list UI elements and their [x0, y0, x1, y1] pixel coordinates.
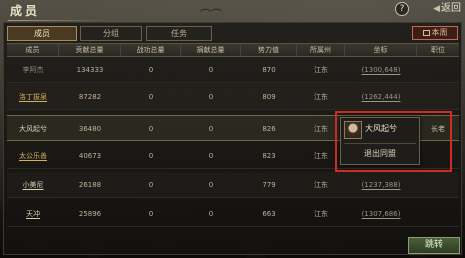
donation-value: 0	[208, 152, 214, 160]
donation-value: 0	[208, 93, 214, 101]
donation-value: 0	[208, 181, 214, 189]
contribution-value: 25896	[78, 210, 102, 218]
back-button[interactable]: ◀返回	[415, 2, 461, 16]
power-value: 663	[262, 210, 276, 218]
member-name[interactable]: 太公乐善	[7, 143, 59, 169]
week-filter-label: 本周	[431, 28, 448, 37]
tab-branches[interactable]: 分组	[80, 26, 142, 41]
contribution-value: 40673	[78, 152, 102, 160]
divider	[344, 143, 416, 144]
position-value	[417, 84, 459, 110]
power-value: 779	[262, 181, 276, 189]
power-value: 809	[262, 93, 276, 101]
coordinate-link[interactable]: (1300,648)	[345, 57, 417, 83]
merit-value: 0	[148, 181, 154, 189]
power-value: 826	[262, 125, 276, 133]
avatar	[344, 121, 362, 139]
coordinate-link[interactable]: (1237,388)	[345, 172, 417, 198]
state-value: 江东	[314, 181, 328, 189]
member-action-menu: 大风起兮 退出同盟	[340, 117, 420, 165]
page-title: 成员	[10, 4, 41, 18]
coordinate-link[interactable]: (1307,686)	[345, 201, 417, 227]
coordinate-link[interactable]: (1262,444)	[345, 84, 417, 110]
merit-value: 0	[148, 125, 154, 133]
tab-members[interactable]: 成员	[7, 26, 77, 41]
tab-logs[interactable]: 任务	[146, 26, 212, 41]
title-underline	[8, 20, 108, 21]
state-value: 江东	[314, 66, 328, 74]
column-header-coordinates[interactable]: 坐标	[345, 44, 417, 56]
back-arrow-icon: ◀	[433, 4, 440, 14]
merit-value: 0	[148, 152, 154, 160]
position-value	[417, 201, 459, 227]
donation-value: 0	[208, 210, 214, 218]
jump-button[interactable]: 跳转	[408, 237, 460, 254]
donation-value: 0	[208, 125, 214, 133]
back-label: 返回	[441, 3, 461, 14]
column-header-state[interactable]: 所属州	[297, 44, 345, 56]
table-header: 成员 贡献总量 战功总量 捐献总量 势力值 所属州 坐标 职位	[7, 43, 459, 57]
member-name[interactable]: 大风起兮	[7, 116, 59, 142]
column-header-position[interactable]: 职位	[417, 44, 459, 56]
merit-value: 0	[148, 93, 154, 101]
column-header-donation[interactable]: 捐献总量	[181, 44, 241, 56]
help-button[interactable]: ?	[395, 2, 409, 16]
member-name[interactable]: 李阿杰	[7, 57, 59, 83]
position-value	[417, 57, 459, 83]
contribution-value: 134333	[76, 66, 104, 74]
donation-value: 0	[208, 66, 214, 74]
checkbox-icon	[422, 29, 430, 36]
contribution-value: 36480	[78, 125, 102, 133]
state-value: 江东	[314, 210, 328, 218]
table-row[interactable]: 洛丁拔泉 87282 0 0 809 江东 (1262,444)	[7, 84, 459, 110]
state-value: 江东	[314, 93, 328, 101]
power-value: 870	[262, 66, 276, 74]
popup-member-name: 大风起兮	[365, 124, 397, 133]
column-header-member[interactable]: 成员	[7, 44, 59, 56]
contribution-value: 26188	[78, 181, 102, 189]
position-value	[417, 172, 459, 198]
bird-icon: ⌒⌒	[200, 8, 222, 21]
merit-value: 0	[148, 66, 154, 74]
table-row[interactable]: 天冲 25896 0 0 663 江东 (1307,686)	[7, 201, 459, 227]
leave-alliance-button[interactable]: 退出同盟	[341, 145, 419, 163]
column-header-power[interactable]: 势力值	[241, 44, 297, 56]
member-name[interactable]: 洛丁拔泉	[7, 84, 59, 110]
column-header-merit[interactable]: 战功总量	[121, 44, 181, 56]
table-row[interactable]: 小美尼 26188 0 0 779 江东 (1237,388)	[7, 172, 459, 198]
merit-value: 0	[148, 210, 154, 218]
table-row[interactable]: 李阿杰 134333 0 0 870 江东 (1300,648)	[7, 57, 459, 83]
member-name[interactable]: 小美尼	[7, 172, 59, 198]
member-name[interactable]: 天冲	[7, 201, 59, 227]
week-filter-button[interactable]: 本周	[412, 26, 458, 40]
column-header-contribution[interactable]: 贡献总量	[59, 44, 121, 56]
header: 成员 ⌒⌒ ? ◀返回	[0, 0, 465, 22]
power-value: 823	[262, 152, 276, 160]
contribution-value: 87282	[78, 93, 102, 101]
